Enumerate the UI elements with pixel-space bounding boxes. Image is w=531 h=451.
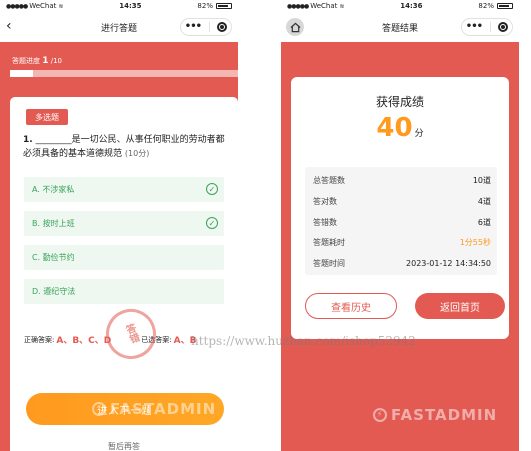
back-arrow-icon[interactable]: ‹ <box>6 19 12 33</box>
battery-percent: 82% <box>197 2 213 10</box>
result-title: 获得成绩 <box>375 95 424 109</box>
stat-label: 答对数 <box>313 196 337 206</box>
stat-wrong: 答错数 6道 <box>313 212 491 232</box>
progress-caption: 答题进度 <box>12 57 40 65</box>
stats-panel: 总答题数 10道 答对数 4道 答错数 6道 答题耗时 1分55秒 答题时间 2… <box>305 167 497 275</box>
wifi-icon: ≋ <box>339 2 345 10</box>
option-label: C. 勤俭节约 <box>32 253 75 262</box>
back-home-button[interactable]: 返回首页 <box>415 293 505 319</box>
stat-value: 6道 <box>477 217 491 227</box>
correct-answer-value: A、B、C、D <box>56 336 112 346</box>
url-watermark: https://www.huzhan.com/ishop52942 <box>191 334 416 348</box>
stat-label: 答题时间 <box>313 258 345 268</box>
progress-total: /10 <box>50 57 62 65</box>
progress-fill <box>10 70 33 77</box>
close-target-icon[interactable] <box>498 22 509 32</box>
answer-later-link[interactable]: 暂后再答 <box>10 441 238 451</box>
stat-value: 1分55秒 <box>459 237 491 247</box>
screenshot-stage: ●●●●● WeChat ≋ 14:35 82% ‹ 进行答题 ••• 答题进度… <box>0 0 531 451</box>
quiz-screen: ●●●●● WeChat ≋ 14:35 82% ‹ 进行答题 ••• 答题进度… <box>0 0 238 451</box>
progress-bar <box>10 70 238 77</box>
bolt-icon: ⚡ <box>92 402 106 416</box>
stat-time: 答题时间 2023-01-12 14:34:50 <box>313 253 491 273</box>
bolt-icon: ⚡ <box>373 408 387 422</box>
nav-bar: 答题结果 ••• <box>281 12 519 42</box>
carrier-label: WeChat <box>310 2 338 10</box>
signal-icon: ●●●●● <box>6 2 28 10</box>
home-icon[interactable] <box>286 18 304 36</box>
question-number: 1. <box>23 135 33 145</box>
question-text: 1. ________是一切公民、从事任何职业的劳动者都必须具备的基本道德规范 … <box>23 133 228 161</box>
stat-label: 总答题数 <box>313 175 345 185</box>
option-label: A. 不涉家私 <box>32 185 75 194</box>
wifi-icon: ≋ <box>58 2 64 10</box>
result-screen: ●●●●● WeChat ≋ 14:36 82% 答题结果 ••• 获得成绩 4… <box>281 0 519 451</box>
more-icon[interactable]: ••• <box>466 22 483 32</box>
more-icon[interactable]: ••• <box>185 22 202 32</box>
question-card: 多选题 1. ________是一切公民、从事任何职业的劳动者都必须具备的基本道… <box>10 97 238 451</box>
option-d[interactable]: D. 遵纪守法 <box>24 279 224 304</box>
stat-total: 总答题数 10道 <box>313 170 491 190</box>
score-unit: 分 <box>414 129 424 139</box>
stat-correct: 答对数 4道 <box>313 191 491 211</box>
progress-label: 答题进度 1 /10 <box>12 56 62 66</box>
stat-label: 答题耗时 <box>313 237 345 247</box>
signal-icon: ●●●●● <box>287 2 309 10</box>
brand-text: FASTADMIN <box>391 406 498 424</box>
question-score: (10分) <box>124 149 150 158</box>
score-value: 40 <box>376 113 413 143</box>
status-time: 14:36 <box>400 2 423 10</box>
stamp-text: 答错 <box>122 322 140 346</box>
page-title: 进行答题 <box>100 23 137 34</box>
option-c[interactable]: C. 勤俭节约 <box>24 245 224 270</box>
page-title: 答题结果 <box>381 23 418 34</box>
status-time: 14:35 <box>119 2 142 10</box>
mini-program-capsule[interactable]: ••• <box>461 18 513 36</box>
stat-value: 2023-01-12 14:34:50 <box>406 258 491 268</box>
status-bar: ●●●●● WeChat ≋ 14:36 82% <box>281 0 519 12</box>
result-card: 获得成绩 40 分 总答题数 10道 答对数 4道 答错数 6道 答题耗时 1分… <box>291 77 509 339</box>
correct-answer-label: 正确答案: <box>24 335 55 344</box>
battery-icon <box>496 3 513 9</box>
stat-label: 答错数 <box>313 217 337 227</box>
check-circle-icon: ✓ <box>206 183 218 195</box>
stat-duration: 答题耗时 1分55秒 <box>313 232 491 252</box>
option-label: B. 按时上班 <box>32 219 75 228</box>
question-type-tag: 多选题 <box>26 109 68 125</box>
fastadmin-watermark: ⚡ FASTADMIN <box>373 406 497 424</box>
mini-program-capsule[interactable]: ••• <box>180 18 232 36</box>
capsule-divider <box>489 22 491 32</box>
capsule-divider <box>208 22 210 32</box>
option-b[interactable]: B. 按时上班 ✓ <box>24 211 224 236</box>
fastadmin-watermark: ⚡ FASTADMIN <box>92 400 216 418</box>
carrier-label: WeChat <box>29 2 57 10</box>
brand-text: FASTADMIN <box>110 400 217 418</box>
nav-bar: ‹ 进行答题 ••• <box>0 12 238 42</box>
view-history-button[interactable]: 查看历史 <box>305 293 397 319</box>
close-target-icon[interactable] <box>217 22 228 32</box>
wrong-stamp: 答错 <box>98 301 164 367</box>
battery-percent: 82% <box>478 2 494 10</box>
stat-value: 10道 <box>472 175 491 185</box>
battery-icon <box>215 3 232 9</box>
status-bar: ●●●●● WeChat ≋ 14:35 82% <box>0 0 238 12</box>
check-circle-icon: ✓ <box>206 217 218 229</box>
result-score: 40 分 <box>291 113 509 143</box>
option-a[interactable]: A. 不涉家私 ✓ <box>24 177 224 202</box>
option-label: D. 遵纪守法 <box>32 287 76 296</box>
progress-current: 1 <box>42 56 49 66</box>
question-body: ________是一切公民、从事任何职业的劳动者都必须具备的基本道德规范 <box>23 135 225 159</box>
stat-value: 4道 <box>477 196 491 206</box>
